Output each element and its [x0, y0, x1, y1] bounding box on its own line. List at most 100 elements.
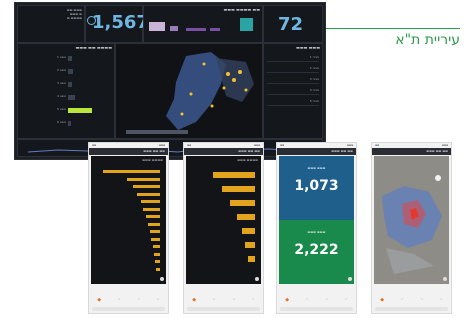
phone-3-screen: ▬▬▬ ▬▬▬ 1,073 ▬▬▬ ▬▬▬ 2,222: [279, 156, 354, 284]
right-list: פנייה 1 פנייה 2 פנייה 3 פנייה 4 פנייה 5: [264, 55, 322, 106]
phone-2-fab[interactable]: [255, 277, 259, 281]
phone-2: ▪▪ ▪▪▪ ▬▬▬ ▬▬ ▬▬ ▬▬▬ ▬▬▬▬ ◆ ◦ ◦ ◦: [183, 142, 264, 314]
phone-bar[interactable]: [155, 260, 160, 263]
phone-3-urlbar[interactable]: [280, 307, 353, 311]
phone-4-urlbar[interactable]: [375, 307, 448, 311]
left-list-bar: [68, 108, 92, 113]
right-list-title: ▬▬▬ ▬▬▬: [296, 45, 320, 50]
kpi-top-card: ▬▬▬ ▬▬▬ 1,073: [279, 156, 354, 220]
total-panel: 1,567: [85, 5, 149, 43]
phone-4-nav: ◆ ◦ ◦ ◦: [380, 297, 443, 303]
phone-bar[interactable]: [133, 185, 160, 188]
map-dot-4: [222, 86, 226, 90]
chart-bar-4: [210, 28, 220, 31]
right-list-item[interactable]: פנייה 1: [267, 55, 319, 62]
left-list-label: נושא 6: [56, 120, 66, 124]
map-panel: [115, 43, 263, 139]
side-value: 72: [278, 14, 304, 35]
info-panel: ▬▬ ▬▬▬ ▬▬▬ ▬ ▬ ▬▬▬▬: [17, 5, 85, 43]
map-svg: [126, 52, 254, 134]
map-dot-2: [232, 78, 236, 82]
left-list-label: נושא 4: [56, 94, 66, 98]
phone-2-urlbar[interactable]: [187, 307, 260, 311]
phone-bar[interactable]: [148, 222, 160, 226]
phone-bar[interactable]: [156, 267, 160, 271]
phone-bar[interactable]: [222, 186, 255, 192]
chart-bar-2: [170, 26, 178, 31]
phone-2-screen: ▬▬▬ ▬▬▬▬: [186, 156, 261, 284]
left-list-bar: [68, 69, 73, 74]
map-dot-5: [202, 62, 206, 66]
map-dot-1: [226, 72, 230, 76]
phone-2-nav: ◆ ◦ ◦ ◦: [192, 297, 255, 303]
phone-bar[interactable]: [103, 170, 160, 173]
phone-1-title: ▬▬▬ ▬▬▬▬: [142, 158, 163, 162]
phone-bar[interactable]: [248, 256, 255, 262]
map-dot-8: [244, 88, 248, 92]
left-list-row[interactable]: נושא 4: [20, 92, 112, 103]
side-value-panel: 72: [263, 5, 323, 43]
chart-bar-5: [240, 18, 253, 31]
phone-1-fab[interactable]: [160, 277, 164, 281]
phone-bar[interactable]: [154, 252, 160, 256]
caption-title: עיריית ת"א: [395, 32, 460, 48]
right-list-item[interactable]: פנייה 2: [267, 66, 319, 73]
phone-bar[interactable]: [146, 215, 160, 218]
kpi-bottom-value: 2,222: [294, 242, 339, 258]
left-list-bar: [68, 95, 75, 100]
phone-1-nav: ◆ ◦ ◦ ◦: [97, 297, 160, 303]
phone-4: ▪▪ ▪▪▪ ▬▬▬ ▬▬ ▬▬ ◆ ◦ ◦ ◦: [371, 142, 452, 314]
kpi-bottom-label: ▬▬▬ ▬▬▬: [307, 230, 326, 234]
phone-bar[interactable]: [230, 200, 255, 206]
left-list-row[interactable]: נושא 5: [20, 105, 112, 116]
chart-panel-title: ▬▬▬ ▬▬▬▬ ▬▬: [223, 7, 260, 12]
caption-divider: [322, 28, 460, 29]
phone-bar[interactable]: [127, 177, 160, 181]
phone-4-fab[interactable]: [443, 277, 447, 281]
kpi-top-value: 1,073: [294, 178, 339, 194]
phone-bar[interactable]: [242, 228, 255, 234]
left-list-row[interactable]: נושא 1: [20, 53, 112, 64]
left-list-label: נושא 1: [56, 55, 66, 59]
kpi-bottom-card: ▬▬▬ ▬▬▬ 2,222: [279, 220, 354, 284]
map-dot-9: [180, 112, 184, 116]
map-dot-7: [210, 104, 214, 108]
phone-1: ▪▪ ▪▪▪ ▬▬▬ ▬▬ ▬▬ ▬▬▬ ▬▬▬▬ ◆ ◦ ◦ ◦: [88, 142, 169, 314]
left-list-panel: ▬▬▬ ▬▬ ▬▬▬▬ נושא 1 נושא 2 נושא 3 נושא 4 נושא…: [17, 43, 115, 139]
chart-bar-1: [149, 22, 165, 31]
left-list-row[interactable]: נושא 3: [20, 79, 112, 90]
right-list-panel: ▬▬▬ ▬▬▬ פנייה 1 פנייה 2 פנייה 3 פנייה 4 פניי…: [263, 43, 323, 139]
phone-bar[interactable]: [245, 242, 255, 248]
kpi-top-label: ▬▬▬ ▬▬▬: [307, 166, 326, 170]
phone-bar[interactable]: [137, 192, 160, 196]
left-list-title: ▬▬▬ ▬▬ ▬▬▬▬: [75, 45, 112, 50]
left-list-label: נושא 3: [56, 81, 66, 85]
phone-1-urlbar[interactable]: [92, 307, 165, 311]
phone-3: ▪▪ ▪▪▪ ▬▬▬ ▬▬ ▬▬ ▬▬▬ ▬▬▬ 1,073 ▬▬▬ ▬▬▬ 2,…: [276, 142, 357, 314]
left-list-row[interactable]: נושא 6: [20, 118, 112, 129]
left-list-bar: [68, 56, 72, 61]
right-list-item[interactable]: פנייה 5: [267, 99, 319, 106]
phone-2-header: ▬▬▬ ▬▬ ▬▬: [184, 148, 263, 155]
phone-bar[interactable]: [141, 200, 160, 203]
phone-4-header: ▬▬▬ ▬▬ ▬▬: [372, 148, 451, 155]
phone-4-map: [374, 156, 449, 284]
map-region-main: [166, 52, 226, 130]
left-list-row[interactable]: נושא 2: [20, 66, 112, 77]
info-icon: [87, 16, 96, 25]
left-list-label: נושא 5: [56, 107, 66, 111]
chart-bar-3: [186, 28, 206, 31]
map-dot-3: [238, 70, 242, 74]
phone-bar[interactable]: [237, 214, 255, 220]
phone-bar[interactable]: [213, 172, 255, 178]
phone-bar[interactable]: [151, 237, 160, 241]
phone-3-fab[interactable]: [348, 277, 352, 281]
phone-bar[interactable]: [143, 207, 160, 211]
phone-bar[interactable]: [153, 245, 160, 248]
phone-3-nav: ◆ ◦ ◦ ◦: [285, 297, 348, 303]
right-list-item[interactable]: פנייה 3: [267, 77, 319, 84]
total-value: 1,567: [92, 12, 149, 33]
right-list-item[interactable]: פנייה 4: [267, 88, 319, 95]
phone-1-header: ▬▬▬ ▬▬ ▬▬: [89, 148, 168, 155]
phone-bar[interactable]: [150, 230, 160, 233]
